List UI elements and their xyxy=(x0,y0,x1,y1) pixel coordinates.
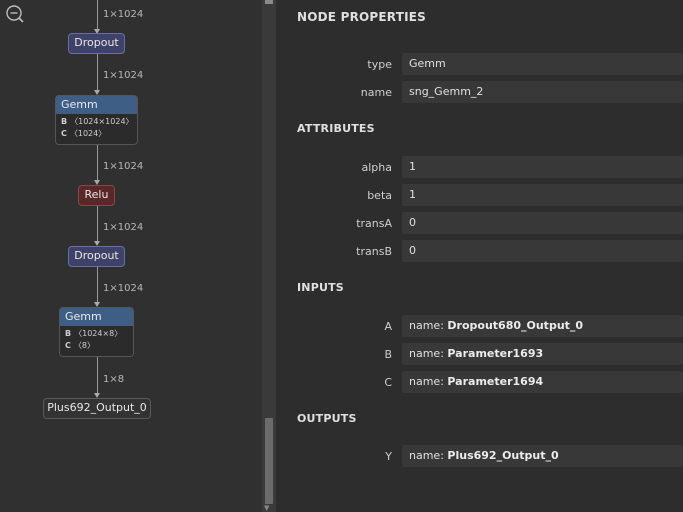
edge-label: 1×1024 xyxy=(103,9,144,20)
node-label: Gemm xyxy=(56,96,137,114)
node-attribute: C 〈1024〉 xyxy=(61,129,107,138)
property-label: type xyxy=(367,58,392,71)
graph-edge xyxy=(97,357,98,394)
attribute-value-alpha[interactable]: 1 xyxy=(402,156,683,178)
input-value-A[interactable]: name: Dropout680_Output_0 xyxy=(402,315,683,337)
attributes-section-title: ATTRIBUTES xyxy=(297,122,375,135)
graph-scrollbar[interactable]: ▼ xyxy=(262,0,276,512)
edge-label: 1×1024 xyxy=(103,283,144,294)
input-label: C xyxy=(384,376,392,389)
edge-label: 1×1024 xyxy=(103,222,144,233)
node-label: Relu xyxy=(84,188,109,201)
property-value-name[interactable]: sng_Gemm_2 xyxy=(402,81,683,103)
node-properties-panel: NODE PROPERTIES type Gemm name sng_Gemm_… xyxy=(276,0,683,512)
graph-edge xyxy=(97,206,98,243)
scroll-down-icon[interactable]: ▼ xyxy=(264,504,269,512)
node-label: Plus692_Output_0 xyxy=(47,401,147,414)
graph-edge xyxy=(97,0,98,30)
graph-edge xyxy=(97,54,98,91)
node-gemm[interactable]: Gemm B 〈1024×8〉 C 〈8〉 xyxy=(59,307,134,357)
input-value-B[interactable]: name: Parameter1693 xyxy=(402,343,683,365)
input-value-C[interactable]: name: Parameter1694 xyxy=(402,371,683,393)
property-value-type[interactable]: Gemm xyxy=(402,53,683,75)
node-dropout[interactable]: Dropout xyxy=(68,33,125,54)
node-attribute: C 〈8〉 xyxy=(65,341,95,350)
attribute-label: beta xyxy=(367,189,392,202)
node-attribute: B 〈1024×1024〉 xyxy=(61,117,134,126)
attribute-label: alpha xyxy=(361,161,393,174)
graph-edge xyxy=(97,145,98,182)
output-label: Y xyxy=(385,450,392,463)
property-label: name xyxy=(360,86,392,99)
zoom-out-icon[interactable] xyxy=(5,4,25,24)
node-output[interactable]: Plus692_Output_0 xyxy=(43,398,151,419)
scrollbar-marker xyxy=(265,0,273,4)
node-relu[interactable]: Relu xyxy=(78,185,115,206)
input-label: B xyxy=(384,348,392,361)
edge-label: 1×1024 xyxy=(103,161,144,172)
attribute-label: transB xyxy=(356,245,392,258)
attribute-value-transA[interactable]: 0 xyxy=(402,212,683,234)
attribute-value-beta[interactable]: 1 xyxy=(402,184,683,206)
edge-label: 1×1024 xyxy=(103,70,144,81)
outputs-section-title: OUTPUTS xyxy=(297,412,357,425)
graph-canvas[interactable]: 1×1024 Dropout 1×1024 Gemm B 〈1024×1024〉 … xyxy=(0,0,262,512)
node-dropout[interactable]: Dropout xyxy=(68,246,125,267)
attribute-label: transA xyxy=(356,217,392,230)
node-label: Gemm xyxy=(60,308,133,326)
attribute-value-transB[interactable]: 0 xyxy=(402,240,683,262)
node-label: Dropout xyxy=(74,36,119,49)
inputs-section-title: INPUTS xyxy=(297,281,344,294)
graph-edge xyxy=(97,267,98,303)
input-label: A xyxy=(384,320,392,333)
scrollbar-thumb[interactable] xyxy=(265,418,273,504)
edge-label: 1×8 xyxy=(103,374,125,385)
node-attribute: B 〈1024×8〉 xyxy=(65,329,123,338)
node-gemm[interactable]: Gemm B 〈1024×1024〉 C 〈1024〉 xyxy=(55,95,138,145)
panel-title: NODE PROPERTIES xyxy=(297,10,426,24)
output-value-Y[interactable]: name: Plus692_Output_0 xyxy=(402,445,683,467)
node-label: Dropout xyxy=(74,249,119,262)
